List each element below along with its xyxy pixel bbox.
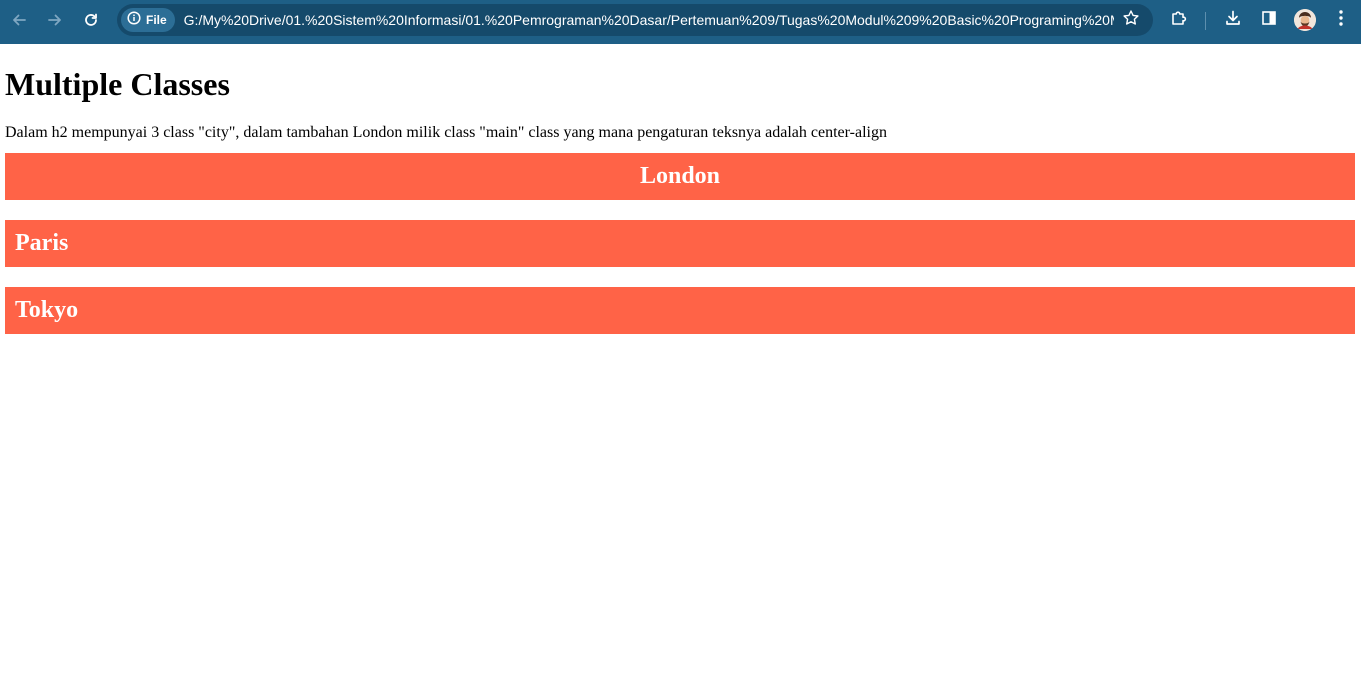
site-chip-label: File: [146, 13, 167, 27]
profile-button[interactable]: [1293, 8, 1317, 32]
city-heading-tokyo: Tokyo: [5, 287, 1355, 334]
info-icon: [127, 10, 141, 30]
toolbar-divider: [1205, 12, 1206, 30]
site-info-chip[interactable]: File: [121, 8, 175, 32]
downloads-button[interactable]: [1221, 8, 1245, 32]
city-heading-london: London: [5, 153, 1355, 200]
web-page: Multiple Classes Dalam h2 mempunyai 3 cl…: [0, 44, 1361, 675]
forward-button[interactable]: [41, 6, 69, 34]
download-icon: [1224, 9, 1242, 32]
arrow-left-icon: [11, 12, 27, 28]
side-panel-button[interactable]: [1257, 8, 1281, 32]
url-text[interactable]: G:/My%20Drive/01.%20Sistem%20Informasi/0…: [184, 12, 1114, 28]
page-description: Dalam h2 mempunyai 3 class "city", dalam…: [5, 124, 887, 141]
kebab-menu-icon: [1338, 9, 1344, 32]
arrow-right-icon: [47, 12, 63, 28]
city-heading-paris: Paris: [5, 220, 1355, 267]
browser-toolbar: File G:/My%20Drive/01.%20Sistem%20Inform…: [0, 0, 1361, 44]
page-title: Multiple Classes: [5, 66, 230, 102]
side-panel-icon: [1261, 10, 1277, 31]
bookmark-button[interactable]: [1119, 8, 1143, 32]
address-bar[interactable]: File G:/My%20Drive/01.%20Sistem%20Inform…: [117, 4, 1153, 36]
menu-button[interactable]: [1329, 8, 1353, 32]
star-icon: [1122, 9, 1140, 32]
avatar: [1294, 9, 1316, 31]
puzzle-icon: [1170, 9, 1188, 32]
back-button[interactable]: [5, 6, 33, 34]
reload-icon: [83, 12, 99, 28]
reload-button[interactable]: [77, 6, 105, 34]
extensions-button[interactable]: [1167, 8, 1191, 32]
